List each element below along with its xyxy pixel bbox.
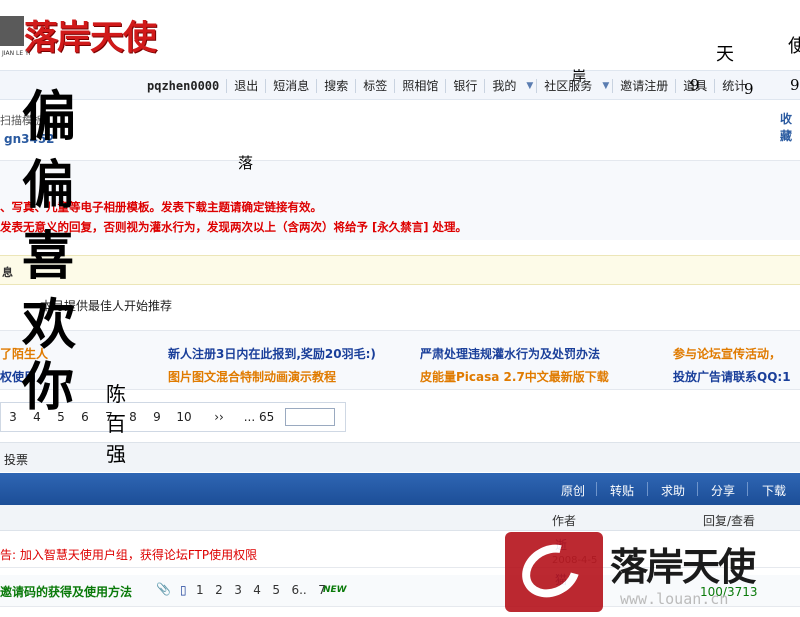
next-page-button[interactable]: ›› <box>199 410 239 424</box>
overlay-char: 9 <box>690 76 700 94</box>
thread-pages: 1 2 3 4 5 6.. 7 <box>196 583 326 597</box>
separator <box>596 482 597 496</box>
link-item[interactable]: 皮能量Picasa 2.7中文最新版下载 <box>420 368 609 385</box>
nav-username[interactable]: pqzhen0000 <box>140 79 228 93</box>
column-author: 作者 <box>552 514 577 528</box>
link-item[interactable]: 严肃处理违规灌水行为及处罚办法 <box>420 345 600 362</box>
thread-page-link[interactable]: 1 <box>196 583 204 597</box>
nav-tags[interactable]: 标签 <box>356 79 396 93</box>
thread-page-link[interactable]: 4 <box>253 583 261 597</box>
category-share[interactable]: 分享 <box>711 482 735 499</box>
thread-page-link[interactable]: 3 <box>234 583 242 597</box>
site-watermark: 落岸天使 www.louan.cn <box>500 530 800 617</box>
column-replies: 回复/查看 <box>703 514 756 528</box>
logo-subtext: JIAN LE YI <box>2 50 31 57</box>
overlay-char: 百 <box>106 412 126 436</box>
page-link[interactable]: 9 <box>145 410 169 424</box>
watermark-logo-icon <box>505 532 603 612</box>
watermark-url: www.louan.cn <box>620 590 729 608</box>
nav-messages[interactable]: 短消息 <box>266 79 318 93</box>
overlay-char: 9 <box>790 76 800 94</box>
last-page-link[interactable]: ... 65 <box>239 410 279 424</box>
announcement-title[interactable]: 告: 加入智慧天使用户组，获得论坛FTP使用权限 <box>0 546 257 563</box>
category-repost[interactable]: 转贴 <box>610 482 634 499</box>
watermark-title: 落岸天使 <box>610 544 756 589</box>
nav-invite[interactable]: 邀请注册 <box>612 79 677 93</box>
category-help[interactable]: 求助 <box>661 482 685 499</box>
separator <box>697 482 698 496</box>
category-bar: 原创 转贴 求助 分享 下载 <box>0 473 800 505</box>
thread-page-link[interactable]: 6.. <box>291 583 306 597</box>
chevron-down-icon[interactable]: ▼ <box>523 81 536 91</box>
info-header: 息 <box>0 255 800 285</box>
overlay-char: 强 <box>106 442 126 466</box>
thread-table-header: 作者 回复/查看 <box>0 505 800 531</box>
overlay-char: 陈 <box>106 382 126 406</box>
link-item[interactable]: 参与论坛宣传活动， <box>673 345 781 362</box>
thread-page-link[interactable]: 5 <box>272 583 280 597</box>
link-item[interactable]: 新人注册3日内在此报到,奖励20羽毛:) <box>168 345 376 362</box>
page-icon: ▯ <box>180 583 187 597</box>
nav-search[interactable]: 搜索 <box>317 79 357 93</box>
nav-logout[interactable]: 退出 <box>227 79 267 93</box>
overlay-char: 偏 <box>22 155 75 216</box>
link-item[interactable]: 图片图文混合特制动画演示教程 <box>168 368 336 385</box>
forum-notice: 、写真、儿童等电子相册模板。发表下载主题请确定链接有效。 发表无意义的回复，否则… <box>0 160 800 240</box>
separator <box>747 482 748 496</box>
new-badge: NEW <box>323 585 347 595</box>
site-logo[interactable]: 落岸天使 JIAN LE YI <box>0 8 185 60</box>
category-download[interactable]: 下载 <box>762 482 786 499</box>
link-item[interactable]: 投放广告请联系QQ:1 <box>673 368 791 385</box>
overlay-char: 落 <box>238 154 254 172</box>
overlay-char: 喜 <box>22 226 75 287</box>
thread-page-link[interactable]: 2 <box>215 583 223 597</box>
nav-mine[interactable]: 我的 <box>485 79 523 93</box>
overlay-char: 你 <box>22 357 75 418</box>
nav-photo[interactable]: 照相馆 <box>395 79 447 93</box>
paperclip-icon: 📎 <box>156 582 171 596</box>
chevron-down-icon[interactable]: ▼ <box>599 81 612 91</box>
nav-community[interactable]: 社区服务 <box>536 79 599 93</box>
thread-title[interactable]: 邀请码的获得及使用方法 <box>0 583 132 600</box>
overlay-char: 偏 <box>22 84 76 148</box>
overlay-char: 岸 <box>572 69 586 85</box>
logo-text: 落岸天使 <box>24 18 157 58</box>
page-jump-input[interactable] <box>285 408 335 426</box>
overlay-char: 使 <box>788 36 800 57</box>
nav-bank[interactable]: 银行 <box>446 79 486 93</box>
separator <box>647 482 648 496</box>
overlay-char: 9 <box>744 80 754 98</box>
page-link[interactable]: 6 <box>73 410 97 424</box>
logo-avatar <box>0 16 24 46</box>
info-label: 息 <box>2 266 13 279</box>
category-original[interactable]: 原创 <box>561 482 585 499</box>
tab-vote[interactable]: 投票 <box>4 451 28 468</box>
page-link[interactable]: 10 <box>169 410 199 424</box>
top-nav-bar: pqzhen0000 退出 短消息 搜索 标签 照相馆 银行 我的 ▼ 社区服务… <box>0 70 800 100</box>
overlay-char: 天 <box>716 44 734 65</box>
favorite-link[interactable]: 收藏 <box>780 110 800 144</box>
